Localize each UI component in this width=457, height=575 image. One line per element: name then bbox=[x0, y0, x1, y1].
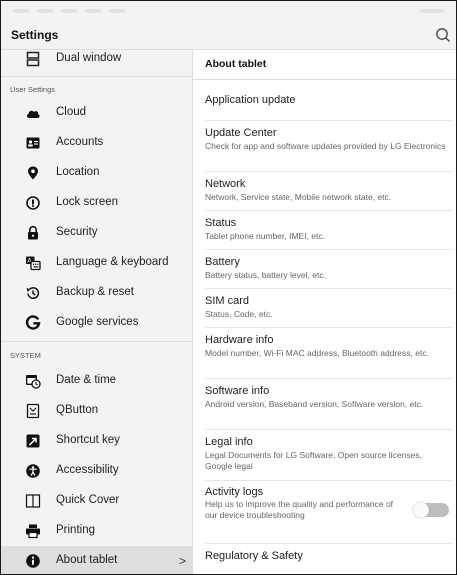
section-divider bbox=[1, 341, 192, 342]
detail-pane: About tablet Application update Update C… bbox=[193, 50, 456, 574]
detail-item-desc: Tablet phone number, IMEI, etc. bbox=[205, 231, 326, 241]
sidebar-item-quick-cover[interactable]: Quick Cover bbox=[1, 486, 192, 516]
qbutton-icon bbox=[25, 403, 41, 419]
sidebar-item-label: Google services bbox=[56, 316, 139, 328]
detail-item-legal-info[interactable]: Legal info Legal Documents for LG Softwa… bbox=[193, 430, 456, 480]
detail-item-sim-card[interactable]: SIM card Status, Code, etc. bbox=[193, 289, 456, 327]
detail-item-hardware-info[interactable]: Hardware info Model number, Wi-Fi MAC ad… bbox=[193, 328, 456, 378]
sidebar-item-label: Date & time bbox=[56, 374, 117, 386]
detail-header: About tablet bbox=[193, 50, 456, 80]
sidebar-item-label: Dual window bbox=[56, 52, 122, 64]
detail-item-title: Hardware info bbox=[205, 334, 274, 346]
detail-item-title: Regulatory & Safety bbox=[205, 550, 303, 562]
sidebar-item-accessibility[interactable]: Accessibility bbox=[1, 456, 192, 486]
location-icon bbox=[25, 165, 41, 181]
sidebar-item-label: Location bbox=[56, 166, 100, 178]
sidebar-item-label: Accessibility bbox=[56, 464, 119, 476]
detail-item-desc: Battery status, battery level, etc. bbox=[205, 270, 326, 280]
detail-item-title: Software info bbox=[205, 385, 270, 397]
search-button[interactable] bbox=[434, 25, 454, 45]
sidebar-item-label: Lock screen bbox=[56, 196, 119, 208]
detail-item-regulatory-safety[interactable]: Regulatory & Safety bbox=[193, 544, 456, 572]
sidebar-item-location[interactable]: Location bbox=[1, 158, 192, 188]
shortcut-key-icon bbox=[25, 433, 41, 449]
sidebar-item-label: QButton bbox=[56, 404, 99, 416]
sidebar-item-label: About tablet bbox=[56, 554, 118, 566]
accessibility-icon bbox=[25, 463, 41, 479]
detail-item-desc: Status, Code, etc. bbox=[205, 309, 273, 319]
detail-item-update-center[interactable]: Update Center Check for app and software… bbox=[193, 121, 456, 171]
settings-sidebar: Dual window User Settings Cloud Accounts… bbox=[1, 50, 192, 574]
status-icons bbox=[13, 9, 125, 13]
status-right-icons bbox=[420, 9, 444, 13]
language-keyboard-icon: A bbox=[25, 255, 41, 271]
sidebar-item-shortcut-key[interactable]: Shortcut key bbox=[1, 426, 192, 456]
sidebar-item-lock-screen[interactable]: Lock screen bbox=[1, 188, 192, 218]
detail-item-title: Activity logs bbox=[205, 486, 264, 498]
cloud-icon bbox=[25, 105, 41, 121]
printer-icon bbox=[25, 523, 41, 539]
sidebar-item-label: Printing bbox=[56, 524, 95, 536]
search-icon bbox=[436, 28, 450, 42]
lock-screen-icon bbox=[25, 195, 41, 211]
activity-logs-toggle[interactable] bbox=[413, 502, 449, 518]
sidebar-item-dual-window[interactable]: Dual window bbox=[1, 44, 192, 74]
backup-reset-icon bbox=[25, 285, 41, 301]
sidebar-item-backup-reset[interactable]: Backup & reset bbox=[1, 278, 192, 308]
section-header-user-settings: User Settings bbox=[10, 85, 56, 94]
sidebar-item-qbutton[interactable]: QButton bbox=[1, 396, 192, 426]
detail-item-desc: Android version, Baseband version, Softw… bbox=[205, 399, 424, 409]
sidebar-item-label: Accounts bbox=[56, 136, 104, 148]
sidebar-item-label: Security bbox=[56, 226, 98, 238]
detail-item-desc: Help us to improve the quality and perfo… bbox=[205, 499, 394, 520]
detail-item-title: Application update bbox=[205, 94, 296, 106]
detail-item-activity-logs[interactable]: Activity logs Help us to improve the qua… bbox=[193, 481, 456, 543]
sidebar-item-cloud[interactable]: Cloud bbox=[1, 98, 192, 128]
section-divider bbox=[1, 76, 192, 77]
app-title: Settings bbox=[11, 28, 59, 42]
section-header-system: SYSTEM bbox=[10, 351, 41, 360]
detail-item-title: Battery bbox=[205, 256, 240, 268]
detail-item-desc: Network, Service state, Mobile network s… bbox=[205, 192, 392, 202]
sidebar-item-label: Language & keyboard bbox=[56, 256, 169, 268]
accounts-icon bbox=[25, 135, 41, 151]
security-lock-icon bbox=[25, 225, 41, 241]
settings-window: Settings Dual window User Settings Cloud bbox=[0, 0, 457, 575]
detail-item-desc: Model number, Wi-Fi MAC address, Bluetoo… bbox=[205, 348, 429, 358]
quick-cover-icon bbox=[25, 493, 41, 509]
toggle-knob bbox=[413, 502, 429, 518]
detail-item-title: SIM card bbox=[205, 295, 250, 307]
detail-item-desc: Check for app and software updates provi… bbox=[205, 141, 446, 151]
sidebar-item-label: Cloud bbox=[56, 106, 87, 118]
detail-title: About tablet bbox=[205, 58, 267, 70]
google-icon bbox=[25, 315, 41, 331]
sidebar-item-printing[interactable]: Printing bbox=[1, 516, 192, 546]
detail-item-title: Network bbox=[205, 178, 246, 190]
info-icon bbox=[25, 553, 41, 569]
date-time-icon bbox=[25, 373, 41, 389]
sidebar-item-label: Backup & reset bbox=[56, 286, 134, 298]
detail-item-title: Legal info bbox=[205, 436, 253, 448]
status-bar bbox=[1, 1, 456, 21]
sidebar-item-security[interactable]: Security bbox=[1, 218, 192, 248]
sidebar-item-language-keyboard[interactable]: A Language & keyboard bbox=[1, 248, 192, 278]
chevron-right-icon: > bbox=[178, 554, 186, 568]
detail-item-application-update[interactable]: Application update bbox=[193, 80, 456, 120]
detail-item-network[interactable]: Network Network, Service state, Mobile n… bbox=[193, 172, 456, 210]
detail-item-desc: Legal Documents for LG Software, Open so… bbox=[205, 450, 422, 471]
detail-item-battery[interactable]: Battery Battery status, battery level, e… bbox=[193, 250, 456, 288]
detail-item-status[interactable]: Status Tablet phone number, IMEI, etc. bbox=[193, 211, 456, 249]
detail-item-title: Status bbox=[205, 217, 237, 229]
sidebar-item-label: Shortcut key bbox=[56, 434, 120, 446]
sidebar-item-accounts[interactable]: Accounts bbox=[1, 128, 192, 158]
sidebar-item-google-services[interactable]: Google services bbox=[1, 308, 192, 338]
detail-item-software-info[interactable]: Software info Android version, Baseband … bbox=[193, 379, 456, 429]
detail-item-title: Update Center bbox=[205, 127, 277, 139]
sidebar-item-label: Quick Cover bbox=[56, 494, 120, 506]
sidebar-item-date-time[interactable]: Date & time bbox=[1, 366, 192, 396]
dual-window-icon bbox=[25, 51, 41, 67]
sidebar-item-about-tablet[interactable]: About tablet > bbox=[1, 546, 192, 574]
